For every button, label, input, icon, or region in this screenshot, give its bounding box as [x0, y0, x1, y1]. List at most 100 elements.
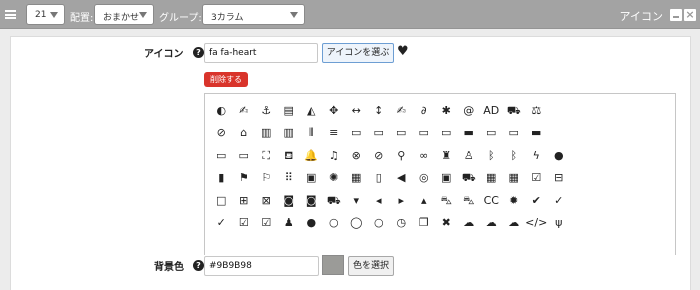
bell-slash-o-icon[interactable]: ⊘: [368, 144, 391, 167]
asl-interpreting-icon[interactable]: ✍: [390, 99, 413, 122]
bookmark-icon[interactable]: ⚑: [233, 167, 256, 190]
bank-icon[interactable]: ⌂: [233, 122, 256, 145]
birthday-cake-icon[interactable]: ♜: [435, 144, 458, 167]
code-fork-icon[interactable]: ψ: [548, 212, 571, 235]
balance-scale-icon[interactable]: ⚖: [525, 99, 548, 122]
battery-half-3-icon[interactable]: ▭: [233, 144, 256, 167]
clone-icon[interactable]: ❐: [413, 212, 436, 235]
help-icon[interactable]: ?: [193, 47, 204, 58]
bell-icon[interactable]: 🔔: [300, 144, 323, 167]
bluetooth-icon[interactable]: ᛒ: [480, 144, 503, 167]
cab-icon[interactable]: ⛟: [458, 167, 481, 190]
circle-thin-icon[interactable]: ◯: [345, 212, 368, 235]
bullseye-icon[interactable]: ◎: [413, 167, 436, 190]
bluetooth-b-icon[interactable]: ᛒ: [503, 144, 526, 167]
battery-empty-icon[interactable]: ▭: [345, 122, 368, 145]
bomb-icon[interactable]: ●: [548, 144, 571, 167]
bullhorn-icon[interactable]: ◀: [390, 167, 413, 190]
cloud-icon[interactable]: ☁: [458, 212, 481, 235]
bolt-icon[interactable]: ϟ: [525, 144, 548, 167]
check-square-icon[interactable]: ☑: [233, 212, 256, 235]
book-icon[interactable]: ▮: [210, 167, 233, 190]
audio-description-icon[interactable]: AD: [480, 99, 503, 122]
bg-color-input[interactable]: #9B9B98: [204, 256, 319, 276]
automobile-icon[interactable]: ⛟: [503, 99, 526, 122]
beer-icon[interactable]: ⛾: [278, 144, 301, 167]
menu-icon[interactable]: [5, 10, 16, 19]
calendar-check-o-icon[interactable]: ☑: [525, 167, 548, 190]
calendar-times-o-icon[interactable]: ⊠: [255, 189, 278, 212]
caret-square-o-up-icon[interactable]: ▴: [413, 189, 436, 212]
building-icon[interactable]: ▦: [345, 167, 368, 190]
battery-full-2-icon[interactable]: ▬: [525, 122, 548, 145]
camera-retro-icon[interactable]: ◙: [300, 189, 323, 212]
battery-half-2-icon[interactable]: ▭: [503, 122, 526, 145]
delete-button[interactable]: 削除する: [204, 72, 248, 87]
clock-o-icon[interactable]: ◷: [390, 212, 413, 235]
barcode-icon[interactable]: ⦀: [300, 122, 323, 145]
cart-plus-icon[interactable]: ⛍: [458, 189, 481, 212]
blind-icon[interactable]: ♙: [458, 144, 481, 167]
icon-picker[interactable]: ◐ ✍ ⚓ ▤ ◭ ✥ ↔ ↕ ✍ ∂ ✱ @ AD ⛟ ⚖ ⊘ ⌂ ▥ ▥ ⦀ ≡ ▭ ▭ ▭ ▭ ▭ ▬ ▭ ▭ ▬ ▭ ▭ ⛶ ⛾ 🔔 ♫ ⊗ ⊘ ⚲…: [204, 93, 676, 255]
circle-o-notch-icon[interactable]: ○: [323, 212, 346, 235]
caret-square-o-right-icon[interactable]: ▸: [390, 189, 413, 212]
archive-icon[interactable]: ▤: [278, 99, 301, 122]
camera-icon[interactable]: ◙: [278, 189, 301, 212]
circle-o-icon[interactable]: ○: [368, 212, 391, 235]
battery-quarter-2-icon[interactable]: ▭: [480, 122, 503, 145]
briefcase-icon[interactable]: ▣: [300, 167, 323, 190]
calendar-minus-o-icon[interactable]: ⊟: [548, 167, 571, 190]
close-button[interactable]: ×: [684, 9, 696, 21]
anchor-icon[interactable]: ⚓: [255, 99, 278, 122]
arrows-icon[interactable]: ✥: [323, 99, 346, 122]
caret-square-o-left-icon[interactable]: ◂: [368, 189, 391, 212]
adjust-icon[interactable]: ◐: [210, 99, 233, 122]
bar-chart-o-icon[interactable]: ▥: [278, 122, 301, 145]
circle-icon[interactable]: ●: [300, 212, 323, 235]
bed-icon[interactable]: ⛶: [255, 144, 278, 167]
calendar-icon[interactable]: ▦: [503, 167, 526, 190]
icon-class-input[interactable]: fa fa-heart: [204, 43, 318, 63]
battery-full-icon[interactable]: ▬: [458, 122, 481, 145]
battery-half-icon[interactable]: ▭: [390, 122, 413, 145]
battery-three-quarters-icon[interactable]: ▭: [413, 122, 436, 145]
binoculars-icon[interactable]: ∞: [413, 144, 436, 167]
bar-chart-icon[interactable]: ▥: [255, 122, 278, 145]
calculator-icon[interactable]: ▦: [480, 167, 503, 190]
cc-icon[interactable]: CC: [480, 189, 503, 212]
bicycle-icon[interactable]: ⚲: [390, 144, 413, 167]
close-icon[interactable]: ✖: [435, 212, 458, 235]
american-sign-language-icon[interactable]: ✍: [233, 99, 256, 122]
bug-icon[interactable]: ✺: [323, 167, 346, 190]
battery-empty-2-icon[interactable]: ▭: [435, 122, 458, 145]
car-icon[interactable]: ⛟: [323, 189, 346, 212]
assistive-listening-icon[interactable]: ∂: [413, 99, 436, 122]
choose-icon-button[interactable]: アイコンを選ぶ: [322, 43, 394, 63]
cloud-download-icon[interactable]: ☁: [480, 212, 503, 235]
cloud-upload-icon[interactable]: ☁: [503, 212, 526, 235]
child-icon[interactable]: ♟: [278, 212, 301, 235]
bell-o-icon[interactable]: ♫: [323, 144, 346, 167]
calendar-plus-o-icon[interactable]: ⊞: [233, 189, 256, 212]
count-select[interactable]: 21: [26, 4, 65, 25]
arrows-h-icon[interactable]: ↔: [345, 99, 368, 122]
code-icon[interactable]: </>: [525, 212, 548, 235]
minimize-button[interactable]: [670, 9, 682, 21]
check-circle-icon[interactable]: ✓: [548, 189, 571, 212]
placement-select[interactable]: おまかせ: [94, 4, 154, 25]
bus-icon[interactable]: ▣: [435, 167, 458, 190]
bars-icon[interactable]: ≡: [323, 122, 346, 145]
braille-icon[interactable]: ⠿: [278, 167, 301, 190]
cart-arrow-down-icon[interactable]: ⛍: [435, 189, 458, 212]
arrows-v-icon[interactable]: ↕: [368, 99, 391, 122]
check-circle-o-icon[interactable]: ✓: [210, 212, 233, 235]
choose-color-button[interactable]: 色を選択: [348, 256, 394, 276]
building-o-icon[interactable]: ▯: [368, 167, 391, 190]
color-swatch[interactable]: [322, 255, 344, 275]
battery-quarter-icon[interactable]: ▭: [368, 122, 391, 145]
bookmark-o-icon[interactable]: ⚐: [255, 167, 278, 190]
caret-square-o-down-icon[interactable]: ▾: [345, 189, 368, 212]
check-square-o-icon[interactable]: ☑: [255, 212, 278, 235]
check-icon[interactable]: ✔: [525, 189, 548, 212]
asterisk-icon[interactable]: ✱: [435, 99, 458, 122]
